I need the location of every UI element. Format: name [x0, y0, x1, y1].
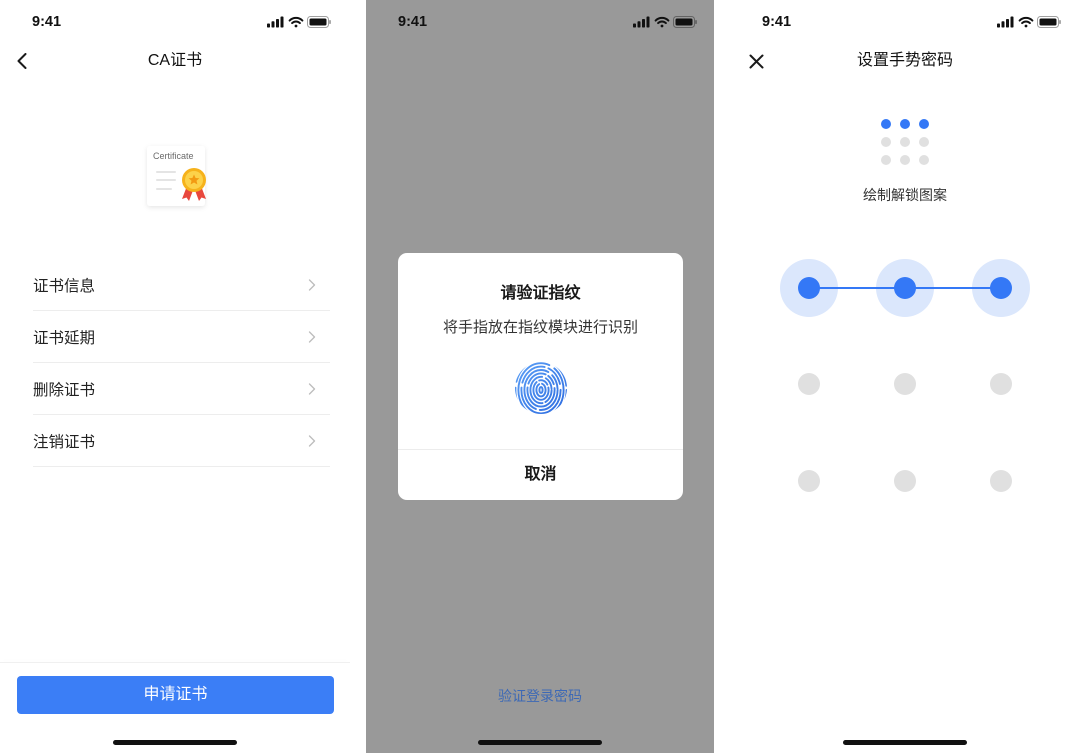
back-icon — [17, 53, 27, 69]
apply-certificate-button[interactable]: 申请证书 — [17, 676, 334, 714]
battery-icon — [673, 16, 697, 28]
screen-fingerprint-verify: 9:41 请验证指纹 将手指放在指纹模块进行识别 取消 验证登录密码 — [366, 0, 714, 753]
status-time: 9:41 — [398, 14, 428, 30]
pattern-node-9[interactable] — [990, 470, 1012, 492]
status-bar: 9:41 — [0, 0, 350, 44]
preview-dot-4 — [881, 137, 891, 147]
preview-dot-8 — [900, 155, 910, 165]
fingerprint-dialog: 请验证指纹 将手指放在指纹模块进行识别 取消 — [398, 253, 683, 500]
pattern-hint: 绘制解锁图案 — [863, 187, 947, 203]
preview-dot-1 — [881, 119, 891, 129]
menu-item-certificate-info[interactable]: 证书信息 — [33, 259, 330, 311]
dialog-message: 将手指放在指纹模块进行识别 — [442, 319, 638, 336]
pattern-node-4[interactable] — [798, 373, 820, 395]
preview-dot-9 — [919, 155, 929, 165]
status-bar: 9:41 — [366, 0, 714, 44]
preview-dot-2 — [900, 119, 910, 129]
status-bar: 9:41 — [730, 0, 1080, 44]
verify-login-password-link[interactable]: 验证登录密码 — [366, 686, 714, 706]
pattern-node-6[interactable] — [990, 373, 1012, 395]
certificate-icon: Certificate — [147, 146, 206, 206]
menu-item-label: 删除证书 — [33, 381, 96, 399]
wifi-icon — [654, 16, 670, 28]
pattern-lock-grid[interactable] — [730, 240, 1080, 540]
status-time: 9:41 — [762, 14, 792, 30]
status-icons — [633, 16, 697, 28]
pattern-node-1[interactable] — [798, 277, 820, 299]
wifi-icon — [288, 16, 304, 28]
menu-item-label: 证书信息 — [33, 277, 96, 295]
status-time: 9:41 — [32, 14, 62, 30]
wifi-icon — [1018, 16, 1034, 28]
pattern-node-5[interactable] — [894, 373, 916, 395]
menu-item-certificate-revoke[interactable]: 注销证书 — [33, 415, 330, 467]
pattern-node-7[interactable] — [798, 470, 820, 492]
certificate-menu: 证书信息 证书延期 删除证书 注销证书 — [33, 259, 330, 467]
pattern-preview — [881, 119, 929, 165]
page-title: 设置手势密码 — [856, 52, 953, 69]
chevron-right-icon — [308, 382, 316, 395]
signal-icon — [633, 16, 650, 28]
chevron-right-icon — [308, 434, 316, 447]
chevron-right-icon — [308, 278, 316, 291]
home-indicator[interactable] — [478, 740, 602, 745]
battery-icon — [307, 16, 331, 28]
pattern-node-2[interactable] — [894, 277, 916, 299]
fingerprint-icon — [514, 362, 567, 414]
home-indicator[interactable] — [113, 740, 237, 745]
dialog-title: 请验证指纹 — [500, 285, 581, 302]
preview-dot-7 — [881, 155, 891, 165]
page-title: CA证书 — [147, 52, 203, 69]
close-icon — [749, 54, 763, 68]
footer-divider — [0, 662, 350, 663]
screen-ca-certificate: 9:41 CA证书 Certificate 证书信息 证书延期 删除证书 注销证… — [0, 0, 350, 753]
chevron-right-icon — [308, 330, 316, 343]
preview-dot-5 — [900, 137, 910, 147]
signal-icon — [997, 16, 1014, 28]
certificate-caption: Certificate — [153, 151, 194, 161]
status-icons — [267, 16, 331, 28]
screen-gesture-password: 9:41 设置手势密码 绘制解锁图案 — [730, 0, 1080, 753]
preview-dot-6 — [919, 137, 929, 147]
back-button[interactable] — [7, 46, 37, 76]
pattern-node-8[interactable] — [894, 470, 916, 492]
signal-icon — [267, 16, 284, 28]
battery-icon — [1037, 16, 1061, 28]
close-button[interactable] — [741, 46, 771, 76]
home-indicator[interactable] — [843, 740, 967, 745]
pattern-node-3[interactable] — [990, 277, 1012, 299]
menu-item-label: 注销证书 — [33, 433, 96, 451]
status-icons — [997, 16, 1061, 28]
menu-item-certificate-renew[interactable]: 证书延期 — [33, 311, 330, 363]
preview-dot-3 — [919, 119, 929, 129]
menu-item-certificate-delete[interactable]: 删除证书 — [33, 363, 330, 415]
cancel-button[interactable]: 取消 — [398, 449, 683, 500]
menu-item-label: 证书延期 — [33, 329, 96, 347]
